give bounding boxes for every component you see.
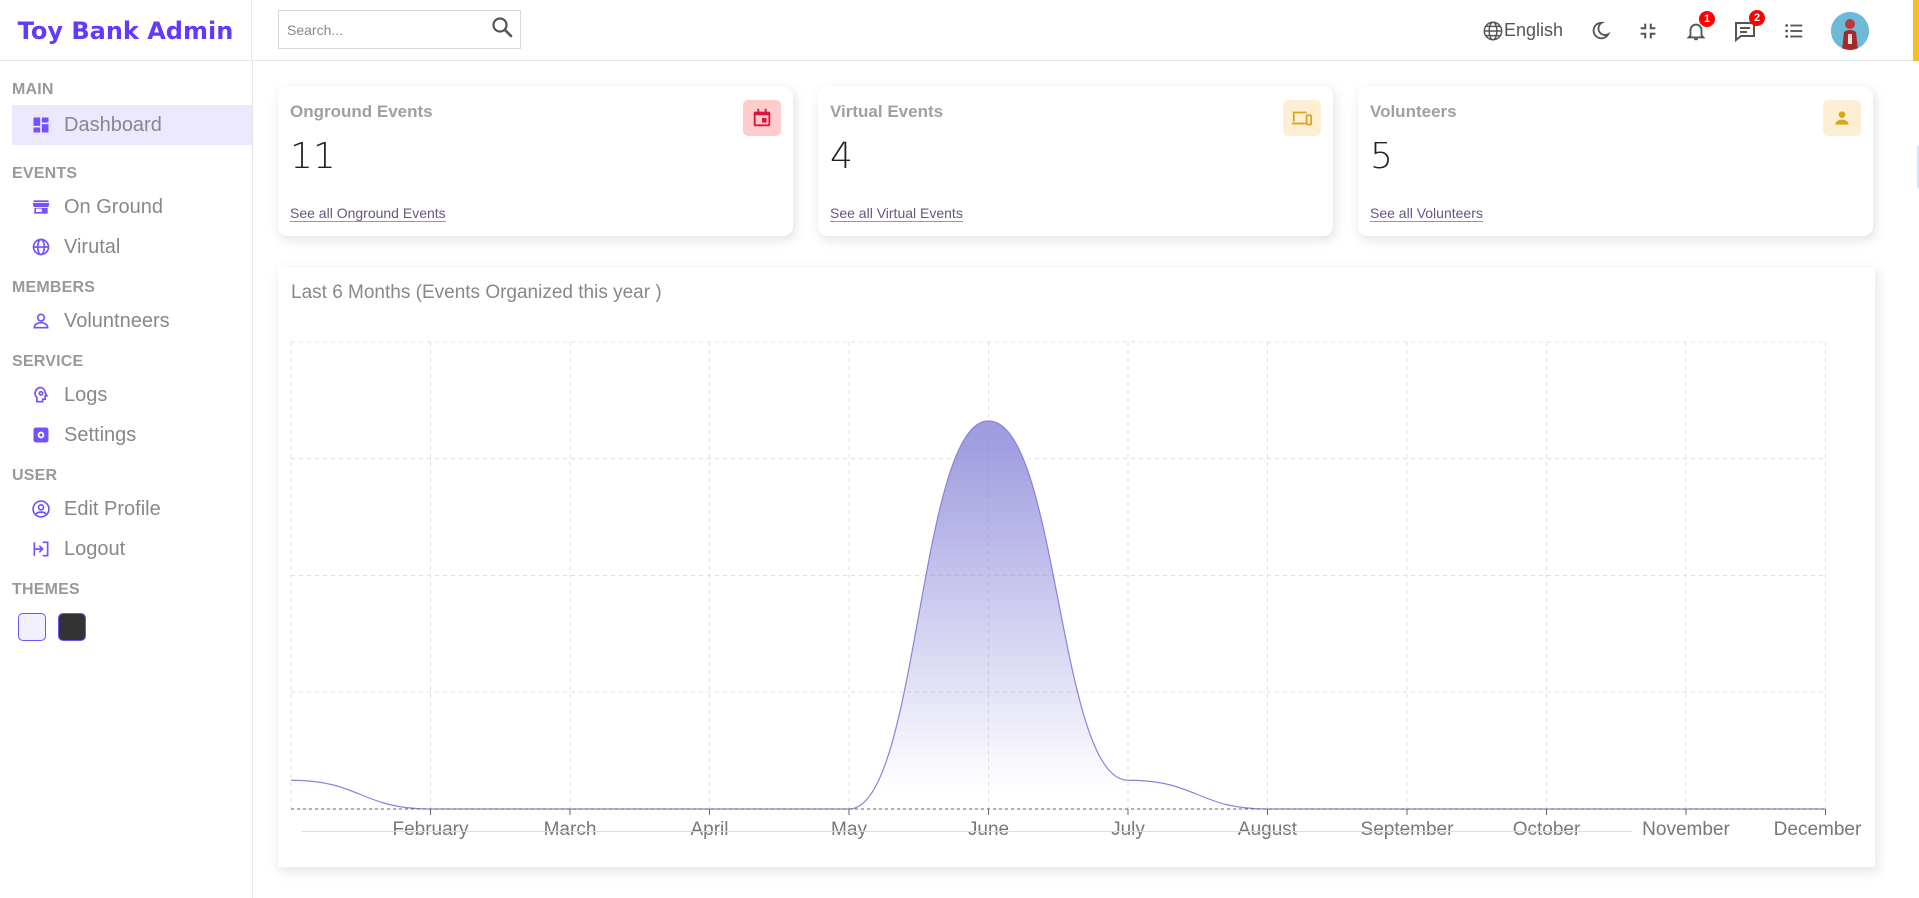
sidebar-section-main: MAIN Dashboard <box>0 61 252 145</box>
top-navbar: Toy Bank Admin English 1 <box>0 0 1919 61</box>
devices-icon <box>1283 100 1321 136</box>
sidebar-item-settings[interactable]: Settings <box>12 415 252 455</box>
theme-options <box>0 613 252 641</box>
sidebar-item-label: Dashboard <box>64 113 162 136</box>
list-button[interactable] <box>1783 20 1805 42</box>
scroll-indicator <box>1913 0 1919 61</box>
x-tick-label: December <box>1774 819 1862 840</box>
notifications-badge: 1 <box>1699 10 1715 27</box>
sidebar-section-members: MEMBERS Voluntneers <box>0 279 252 341</box>
sidebar-section-service: SERVICE Logs Settings <box>0 353 252 455</box>
store-icon <box>30 196 52 218</box>
notifications-button[interactable]: 1 <box>1685 10 1715 42</box>
sidebar-section-user: USER Edit Profile Logout <box>0 467 252 569</box>
widget-title: Onground Events <box>290 102 433 121</box>
sidebar-item-label: Settings <box>64 423 137 446</box>
sidebar-item-label: Edit Profile <box>64 497 161 520</box>
edge-decoration <box>1889 146 1919 188</box>
x-tick-label: November <box>1642 819 1730 840</box>
dashboard-icon <box>30 114 52 136</box>
settings-icon <box>30 424 52 446</box>
sidebar-item-label: On Ground <box>64 195 163 218</box>
dark-mode-toggle[interactable] <box>1589 20 1611 42</box>
app-logo[interactable]: Toy Bank Admin <box>18 17 234 45</box>
list-icon <box>1783 20 1805 42</box>
fullscreen-toggle[interactable] <box>1637 20 1659 42</box>
search-box <box>278 10 521 49</box>
x-tick-label: July <box>1111 819 1145 840</box>
account-circle-icon <box>30 498 52 520</box>
x-tick-label: August <box>1238 819 1298 840</box>
language-label: English <box>1503 20 1563 40</box>
sidebar-section-themes: THEMES <box>0 581 252 641</box>
person-icon <box>1823 100 1861 136</box>
x-tick-label: February <box>392 819 469 840</box>
fullscreen-exit-icon <box>1637 20 1659 42</box>
messages-badge: 2 <box>1749 9 1765 26</box>
logout-icon <box>30 538 52 560</box>
section-title: USER <box>12 467 58 484</box>
logo-area: Toy Bank Admin <box>0 0 252 61</box>
section-title: THEMES <box>12 581 80 598</box>
sidebar: MAIN Dashboard EVENTS On Ground Virutal … <box>0 61 253 898</box>
section-title: MAIN <box>12 81 54 98</box>
event-icon <box>743 100 781 136</box>
see-all-onground-link[interactable]: See all Onground Events <box>290 205 446 222</box>
theme-dark-option[interactable] <box>58 613 86 641</box>
globe-icon <box>1482 20 1504 42</box>
section-title: SERVICE <box>12 353 84 370</box>
main-content: Onground Events 11 See all Onground Even… <box>253 61 1919 898</box>
widget-value: 11 <box>290 136 336 177</box>
x-tick-label: May <box>831 819 867 840</box>
person-icon <box>30 310 52 332</box>
sidebar-item-label: Voluntneers <box>64 309 170 332</box>
sidebar-item-label: Logout <box>64 537 126 560</box>
section-title: EVENTS <box>12 165 78 182</box>
theme-light-option[interactable] <box>18 613 46 641</box>
search-input[interactable] <box>287 21 490 38</box>
sidebar-item-edit-profile[interactable]: Edit Profile <box>12 489 252 529</box>
widget-title: Virtual Events <box>830 102 944 121</box>
widget-virtual-events: Virtual Events 4 See all Virtual Events <box>818 86 1333 236</box>
language-selector[interactable]: English <box>1482 20 1563 42</box>
widget-value: 4 <box>830 136 853 177</box>
area-chart: February March April May June July August Septe… <box>290 341 1862 840</box>
x-tick-label: April <box>690 819 728 840</box>
x-tick-label: March <box>544 819 597 840</box>
x-tick-label: September <box>1361 819 1455 840</box>
sidebar-item-label: Logs <box>64 383 108 406</box>
x-tick-label: June <box>968 819 1009 840</box>
messages-button[interactable]: 2 <box>1733 9 1765 43</box>
widget-volunteers: Volunteers 5 See all Volunteers <box>1358 86 1873 236</box>
widget-title: Volunteers <box>1370 102 1457 121</box>
widget-onground-events: Onground Events 11 See all Onground Even… <box>278 86 793 236</box>
sidebar-item-virtual[interactable]: Virutal <box>12 227 252 267</box>
sidebar-item-dashboard[interactable]: Dashboard <box>12 105 252 145</box>
see-all-volunteers-link[interactable]: See all Volunteers <box>1370 205 1483 222</box>
topbar-items: English 1 2 <box>1456 0 1869 61</box>
sidebar-item-logout[interactable]: Logout <box>12 529 252 569</box>
sidebar-section-events: EVENTS On Ground Virutal <box>0 165 252 267</box>
events-chart-card: Last 6 Months (Events Organized this yea… <box>278 267 1875 867</box>
sidebar-item-logs[interactable]: Logs <box>12 375 252 415</box>
sidebar-item-label: Virutal <box>64 235 121 258</box>
search-icon[interactable] <box>490 15 514 44</box>
sidebar-item-on-ground[interactable]: On Ground <box>12 187 252 227</box>
psychology-icon <box>30 384 52 406</box>
footer-divider <box>302 831 1632 832</box>
series-area <box>291 421 1826 809</box>
see-all-virtual-link[interactable]: See all Virtual Events <box>830 205 963 222</box>
x-tick-label: October <box>1513 819 1581 840</box>
section-title: MEMBERS <box>12 279 96 296</box>
avatar[interactable] <box>1831 11 1869 50</box>
moon-icon <box>1589 20 1611 42</box>
globe-icon <box>30 236 52 258</box>
sidebar-item-volunteers[interactable]: Voluntneers <box>12 301 252 341</box>
widget-value: 5 <box>1370 136 1393 177</box>
